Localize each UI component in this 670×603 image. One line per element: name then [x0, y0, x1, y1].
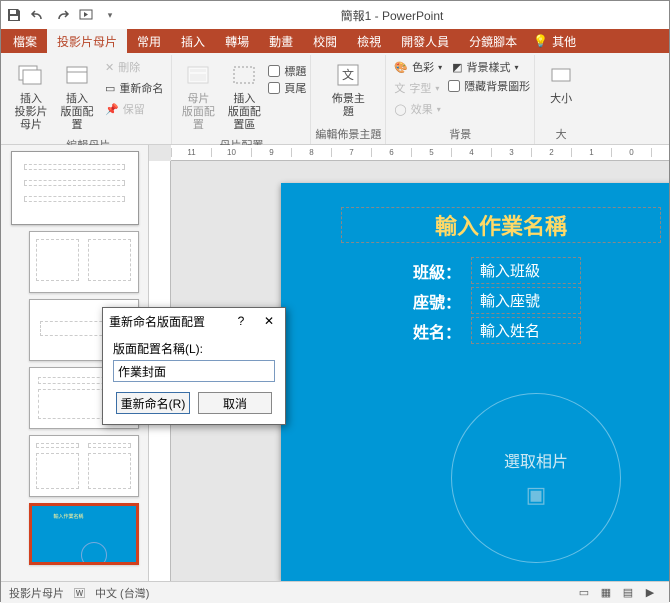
layout-icon: [61, 59, 93, 91]
preserve-button[interactable]: 📌保留: [101, 99, 167, 119]
tab-file[interactable]: 檔案: [3, 29, 47, 53]
tab-storyboard[interactable]: 分鏡腳本: [459, 29, 527, 53]
chk-hide-bg[interactable]: 隱藏背景圖形: [448, 78, 530, 94]
placeholder-class[interactable]: 輸入班級: [471, 257, 581, 284]
tab-insert[interactable]: 插入: [171, 29, 215, 53]
delete-button[interactable]: ✕刪除: [101, 57, 167, 77]
label-seat: 座號：: [401, 289, 461, 313]
group-edit-theme: 文 佈景主題 編輯佈景主題: [311, 55, 386, 144]
tab-home[interactable]: 常用: [127, 29, 171, 53]
rename-button[interactable]: ▭重新命名: [101, 78, 167, 98]
undo-icon[interactable]: [29, 6, 47, 24]
group-edit-master: 插入 投影片母片 插入 版面配置 ✕刪除 ▭重新命名 📌保留 編輯母片: [5, 55, 172, 144]
label-class: 班級：: [401, 259, 461, 283]
slideshow-icon[interactable]: [77, 6, 95, 24]
delete-icon: ✕: [105, 61, 114, 74]
rename-layout-dialog: 重新命名版面配置 ? ✕ 版面配置名稱(L): 重新命名(R) 取消: [102, 307, 286, 425]
insert-slide-master-button[interactable]: 插入 投影片母片: [9, 57, 53, 135]
label-name: 姓名：: [401, 319, 461, 343]
view-normal-icon[interactable]: ▭: [573, 584, 595, 602]
view-reading-icon[interactable]: ▤: [617, 584, 639, 602]
group-label: 背景: [449, 124, 471, 144]
redo-icon[interactable]: [53, 6, 71, 24]
fonts-button[interactable]: 文字型▾: [390, 78, 446, 98]
title-bar: ▾ 簡報1 - PowerPoint: [1, 1, 669, 29]
placeholder-photo[interactable]: 選取相片 ▣: [451, 393, 621, 563]
window-title: 簡報1 - PowerPoint: [119, 7, 665, 24]
rename-confirm-button[interactable]: 重新命名(R): [116, 392, 190, 414]
group-label: 大: [556, 124, 567, 144]
thumb-layout[interactable]: [29, 231, 139, 293]
cancel-button[interactable]: 取消: [198, 392, 272, 414]
dialog-titlebar[interactable]: 重新命名版面配置 ? ✕: [103, 308, 285, 334]
layout-name-input[interactable]: [113, 360, 275, 382]
thumb-master[interactable]: [11, 151, 139, 225]
placeholder-title[interactable]: 輸入作業名稱: [341, 207, 661, 243]
picture-icon[interactable]: ▣: [526, 482, 547, 508]
group-label: 編輯佈景主題: [315, 124, 381, 144]
tab-animations[interactable]: 動畫: [259, 29, 303, 53]
fonts-icon: 文: [394, 80, 405, 96]
slide-size-button[interactable]: 大小: [539, 57, 583, 108]
photo-label: 選取相片: [504, 448, 568, 472]
tab-developer[interactable]: 開發人員: [391, 29, 459, 53]
themes-icon: 文: [332, 59, 364, 91]
quick-access-toolbar: ▾: [5, 6, 119, 24]
dialog-title: 重新命名版面配置: [109, 313, 223, 330]
tab-review[interactable]: 校閱: [303, 29, 347, 53]
ribbon-tabs: 檔案 投影片母片 常用 插入 轉場 動畫 校閱 檢視 開發人員 分鏡腳本 💡其他: [1, 29, 669, 53]
insert-layout-button[interactable]: 插入 版面配置: [55, 57, 99, 135]
slide[interactable]: 輸入作業名稱 班級： 輸入班級 座號： 輸入座號 姓名： 輸入姓名 選取相片 ▣: [281, 183, 669, 581]
status-bar: 投影片母片 🅆 中文 (台灣) ▭ ▦ ▤ ▶: [1, 581, 669, 603]
ribbon: 插入 投影片母片 插入 版面配置 ✕刪除 ▭重新命名 📌保留 編輯母片 母片 版…: [1, 53, 669, 145]
group-master-layout: 母片 版面配置 插入 版面配置區 標題 頁尾 母片配置: [172, 55, 311, 144]
thumb-layout-selected[interactable]: 輸入作業名稱: [29, 503, 139, 565]
group-size: 大小 大: [535, 55, 587, 144]
themes-button[interactable]: 文 佈景主題: [326, 57, 370, 121]
chk-footers[interactable]: 頁尾: [268, 80, 306, 96]
rename-icon: ▭: [105, 82, 115, 95]
qat-dropdown-icon[interactable]: ▾: [101, 6, 119, 24]
thumb-layout[interactable]: [29, 435, 139, 497]
status-language: 中文 (台灣): [95, 585, 149, 601]
field-label: 版面配置名稱(L):: [113, 340, 275, 357]
colors-button[interactable]: 🎨色彩▾: [390, 57, 446, 77]
colors-icon: 🎨: [394, 61, 408, 74]
status-view: 投影片母片: [9, 585, 64, 601]
bg-styles-icon: ◩: [452, 61, 462, 74]
help-icon[interactable]: ?: [231, 314, 251, 328]
placeholder-icon: [228, 59, 260, 91]
tab-slide-master[interactable]: 投影片母片: [47, 29, 127, 53]
close-icon[interactable]: ✕: [259, 314, 279, 328]
save-icon[interactable]: [5, 6, 23, 24]
svg-text:文: 文: [342, 67, 354, 82]
master-layout-icon: [182, 59, 214, 91]
chk-title[interactable]: 標題: [268, 63, 306, 79]
bg-styles-button[interactable]: ◩背景樣式▾: [448, 57, 530, 77]
ruler-horizontal: 1110987654321012: [171, 145, 669, 161]
placeholder-seat[interactable]: 輸入座號: [471, 287, 581, 314]
tell-me[interactable]: 💡其他: [527, 29, 582, 53]
insert-placeholder-button[interactable]: 插入 版面配置區: [222, 57, 266, 135]
slide-master-icon: [15, 59, 47, 91]
view-slideshow-icon[interactable]: ▶: [639, 584, 661, 602]
effects-icon: ◯: [394, 103, 406, 116]
effects-button[interactable]: ◯效果▾: [390, 99, 446, 119]
tab-transitions[interactable]: 轉場: [215, 29, 259, 53]
preserve-icon: 📌: [105, 103, 119, 116]
placeholder-name[interactable]: 輸入姓名: [471, 317, 581, 344]
view-sorter-icon[interactable]: ▦: [595, 584, 617, 602]
size-icon: [545, 59, 577, 91]
tab-view[interactable]: 檢視: [347, 29, 391, 53]
master-layout-button[interactable]: 母片 版面配置: [176, 57, 220, 135]
group-background: 🎨色彩▾ 文字型▾ ◯效果▾ ◩背景樣式▾ 隱藏背景圖形 背景: [386, 55, 535, 144]
